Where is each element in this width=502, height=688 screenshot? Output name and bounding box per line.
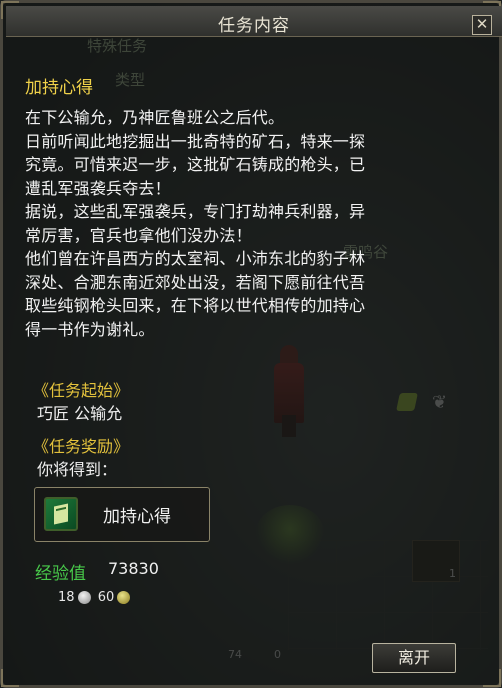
description-line: 取些纯钢枪头回来，在下将以世代相传的加持心 [25,296,366,315]
background-tab-text: 特殊任务 [87,37,148,55]
money-reward: 18 60 [58,590,133,605]
silver-amount: 18 [58,590,75,605]
exp-value: 73830 [108,559,159,578]
description-line: 在下公输允，乃神匠鲁班公之后代。 [25,108,285,127]
description-line: 深处、合淝东南近郊处出没，若阁下愿前往代吾 [25,272,366,292]
quest-start-heading: 《任务起始》 [33,381,130,400]
quest-description: 在下公输允，乃神匠鲁班公之后代。 日前听闻此地挖掘出一批奇特的矿石，特来一探 究… [25,106,490,341]
leave-button[interactable]: 离开 [372,643,456,673]
title-bar[interactable]: 任务内容 ✕ [6,6,502,37]
reward-item-slot[interactable]: 加持心得 [34,487,210,542]
description-line: 得一书作为谢礼。 [25,319,155,339]
reward-item-name: 加持心得 [103,507,171,527]
frame-corner [483,669,501,687]
frame-corner [1,669,19,687]
description-line: 常厉害，官兵也拿他们没办法！ [25,225,252,245]
copper-coin-icon [117,591,131,604]
quest-title: 加持心得 [25,78,93,98]
close-button[interactable]: ✕ [472,15,492,35]
quest-reward-heading: 《任务奖励》 [33,437,130,456]
description-line: 遭乱军强袭兵夺去！ [25,178,171,198]
quest-content: 加持心得 在下公输允，乃神匠鲁班公之后代。 日前听闻此地挖掘出一批奇特的矿石，特… [25,73,490,341]
description-line: 日前听闻此地挖掘出一批奇特的矿石，特来一探 [25,131,366,151]
quest-start-npc: 巧匠 公输允 [37,404,123,423]
reward-intro: 你将得到： [37,460,118,479]
silver-coin-icon [77,591,91,604]
description-line: 他们曾在许昌西方的太室祠、小沛东北的豹子林 [25,249,366,268]
window-title: 任务内容 [218,16,290,36]
description-line: 究竟。可惜来迟一步，这批矿石铸成的枪头，已 [25,155,366,174]
green-book-icon [44,497,78,531]
quest-dialog: 任务内容 ✕ 特殊任务 类型 雷鸣谷 加持心得 在下公输允，乃神匠鲁班公之后代。… [0,0,502,688]
exp-label: 经验值 [35,564,86,584]
copper-amount: 60 [97,590,115,605]
description-line: 据说，这些乱军强袭兵，专门打劫神兵利器，异 [25,202,366,221]
